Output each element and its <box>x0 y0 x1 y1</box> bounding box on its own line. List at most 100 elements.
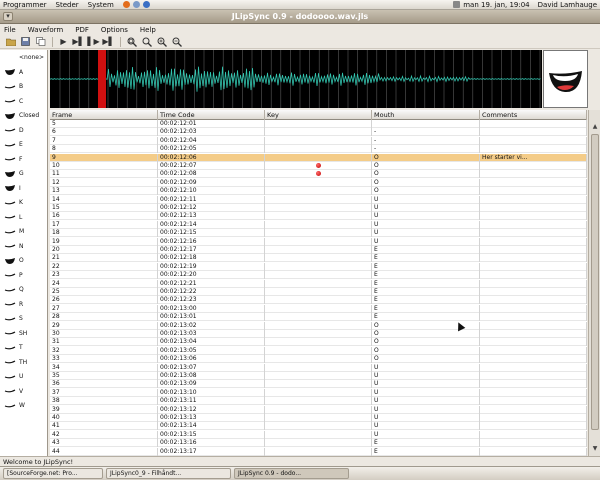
table-cell-key[interactable] <box>265 153 372 162</box>
table-cell-frame[interactable]: 31 <box>50 338 158 347</box>
mouth-shape-item[interactable]: V <box>0 386 48 397</box>
mouth-shape-item[interactable]: K <box>0 197 48 208</box>
table-cell-comment[interactable] <box>480 279 587 288</box>
scrollbar-thumb[interactable] <box>591 134 599 430</box>
table-cell-key[interactable] <box>265 204 372 212</box>
table-cell-comment[interactable] <box>480 447 587 456</box>
table-cell-comment[interactable] <box>480 212 587 221</box>
table-cell-frame[interactable]: 43 <box>50 439 158 448</box>
table-cell-mouth[interactable]: U <box>372 422 480 431</box>
mouth-shape-item[interactable]: F <box>0 154 48 165</box>
table-cell-time[interactable]: 00:02:12:19 <box>158 262 265 271</box>
table-cell-frame[interactable]: 12 <box>50 178 158 187</box>
table-row[interactable]: 7 00:02:12:04 - <box>50 136 587 145</box>
table-cell-comment[interactable] <box>480 414 587 422</box>
table-cell-time[interactable]: 00:02:13:16 <box>158 439 265 448</box>
table-cell-frame[interactable]: 17 <box>50 220 158 229</box>
table-cell-key[interactable] <box>265 338 372 347</box>
table-cell-frame[interactable]: 32 <box>50 346 158 355</box>
mouth-shape-item[interactable]: Q <box>0 284 48 295</box>
table-cell-time[interactable]: 00:02:12:12 <box>158 204 265 212</box>
table-cell-comment[interactable] <box>480 363 587 372</box>
table-cell-frame[interactable]: 5 <box>50 120 158 128</box>
table-cell-comment[interactable] <box>480 128 587 137</box>
table-cell-comment[interactable] <box>480 355 587 364</box>
waveform-view[interactable] <box>50 50 542 108</box>
mouth-shape-item[interactable]: G <box>0 168 48 179</box>
task-sourceforge[interactable]: [SourceForge.net: Pro... <box>3 468 103 479</box>
mouth-shape-item[interactable]: R <box>0 299 48 310</box>
table-cell-frame[interactable]: 20 <box>50 246 158 254</box>
table-cell-mouth[interactable]: O <box>372 162 480 170</box>
table-cell-frame[interactable]: 28 <box>50 313 158 322</box>
mouth-shape-item[interactable]: N <box>0 241 48 252</box>
table-cell-key[interactable] <box>265 229 372 238</box>
table-cell-comment[interactable] <box>480 120 587 128</box>
table-cell-frame[interactable]: 7 <box>50 136 158 145</box>
scroll-up-icon[interactable]: ▲ <box>590 122 600 132</box>
table-cell-time[interactable]: 00:02:13:06 <box>158 355 265 364</box>
zoom-in-icon[interactable] <box>156 36 167 47</box>
table-cell-time[interactable]: 00:02:12:20 <box>158 271 265 280</box>
table-cell-mouth[interactable]: E <box>372 262 480 271</box>
table-row[interactable]: 30 00:02:13:03 O <box>50 330 587 338</box>
table-cell-frame[interactable]: 10 <box>50 162 158 170</box>
table-cell-key[interactable] <box>265 187 372 196</box>
table-row[interactable]: 12 00:02:12:09 O <box>50 178 587 187</box>
table-cell-time[interactable]: 00:02:12:03 <box>158 128 265 137</box>
table-row[interactable]: 19 00:02:12:16 U <box>50 237 587 246</box>
table-cell-time[interactable]: 00:02:13:03 <box>158 330 265 338</box>
table-row[interactable]: 26 00:02:12:23 E <box>50 296 587 305</box>
table-cell-key[interactable] <box>265 388 372 397</box>
table-cell-frame[interactable]: 13 <box>50 187 158 196</box>
table-cell-time[interactable]: 00:02:12:10 <box>158 187 265 196</box>
menu-pdf[interactable]: PDF <box>75 26 89 34</box>
menu-programmer[interactable]: Programmer <box>3 1 47 9</box>
table-row[interactable]: 37 00:02:13:10 U <box>50 388 587 397</box>
menu-help[interactable]: Help <box>140 26 156 34</box>
table-cell-mouth[interactable] <box>372 120 480 128</box>
column-header-mouth[interactable]: Mouth <box>372 110 480 120</box>
table-cell-mouth[interactable]: - <box>372 128 480 137</box>
table-cell-time[interactable]: 00:02:13:11 <box>158 397 265 406</box>
table-cell-comment[interactable] <box>480 372 587 380</box>
table-cell-time[interactable]: 00:02:13:09 <box>158 380 265 389</box>
mouth-shape-item[interactable]: C <box>0 96 48 107</box>
table-cell-time[interactable]: 00:02:12:07 <box>158 162 265 170</box>
table-cell-mouth[interactable]: O <box>372 187 480 196</box>
table-cell-time[interactable]: 00:02:12:16 <box>158 237 265 246</box>
table-row[interactable]: 32 00:02:13:05 O <box>50 346 587 355</box>
table-cell-mouth[interactable]: O <box>372 170 480 179</box>
play-icon[interactable]: ▶ <box>58 36 69 47</box>
table-row[interactable]: 43 00:02:13:16 E <box>50 439 587 448</box>
table-cell-time[interactable]: 00:02:13:00 <box>158 304 265 313</box>
table-cell-key[interactable] <box>265 414 372 422</box>
table-row[interactable]: 22 00:02:12:19 E <box>50 262 587 271</box>
table-cell-frame[interactable]: 24 <box>50 279 158 288</box>
table-row[interactable]: 28 00:02:13:01 E <box>50 313 587 322</box>
table-cell-comment[interactable] <box>480 162 587 170</box>
table-row[interactable]: 31 00:02:13:04 O <box>50 338 587 347</box>
table-cell-comment[interactable] <box>480 204 587 212</box>
table-cell-time[interactable]: 00:02:12:08 <box>158 170 265 179</box>
table-cell-comment[interactable] <box>480 288 587 296</box>
table-cell-key[interactable] <box>265 237 372 246</box>
table-cell-key[interactable] <box>265 430 372 439</box>
table-cell-mouth[interactable]: U <box>372 195 480 204</box>
table-cell-mouth[interactable]: U <box>372 220 480 229</box>
table-cell-time[interactable]: 00:02:13:17 <box>158 447 265 456</box>
table-cell-frame[interactable]: 11 <box>50 170 158 179</box>
table-cell-mouth[interactable]: E <box>372 439 480 448</box>
table-cell-time[interactable]: 00:02:12:22 <box>158 288 265 296</box>
table-cell-comment[interactable] <box>480 229 587 238</box>
table-row[interactable]: 10 00:02:12:07 O <box>50 162 587 170</box>
table-cell-comment[interactable] <box>480 313 587 322</box>
table-row[interactable]: 17 00:02:12:14 U <box>50 220 587 229</box>
table-cell-key[interactable] <box>265 145 372 154</box>
mouth-shape-item[interactable]: Closed <box>0 110 48 121</box>
table-cell-key[interactable] <box>265 271 372 280</box>
table-cell-key[interactable] <box>265 346 372 355</box>
table-cell-comment[interactable] <box>480 439 587 448</box>
mouth-shape-item[interactable]: D <box>0 125 48 136</box>
table-cell-mouth[interactable]: E <box>372 304 480 313</box>
